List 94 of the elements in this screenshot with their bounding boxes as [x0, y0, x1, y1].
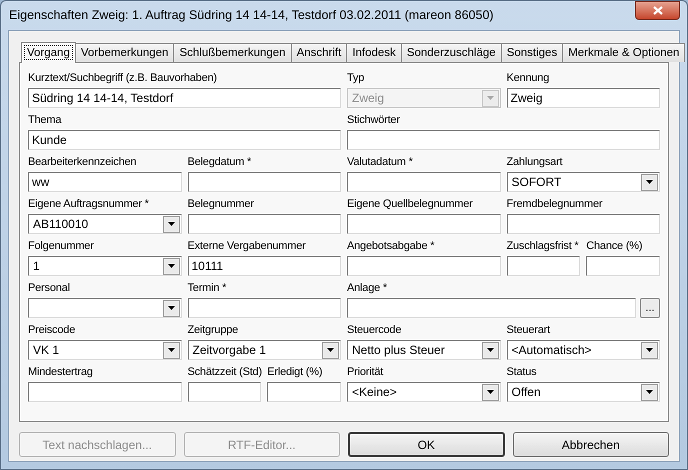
tab[interactable]: Sonderzuschläge [400, 43, 502, 62]
dropdown-field[interactable]: SOFORT [506, 172, 660, 192]
dropdown-field[interactable]: AB110010 [28, 214, 182, 234]
field-label: Valutadatum * [347, 155, 413, 170]
browse-button[interactable]: ... [640, 298, 660, 318]
input-field[interactable] [188, 382, 262, 402]
field-label: Eigene Quellbelegnummer [347, 197, 473, 212]
dropdown-field[interactable]: Offen [506, 382, 660, 402]
input-field[interactable] [347, 214, 500, 234]
dropdown-button[interactable] [322, 342, 339, 358]
input-field[interactable] [586, 256, 660, 276]
field-label: Zahlungsart [506, 155, 562, 170]
close-icon [652, 6, 662, 15]
tab[interactable]: Schlußbemerkungen [173, 43, 292, 62]
field-label: Status [506, 365, 536, 380]
input-field[interactable] [347, 256, 500, 276]
tab[interactable]: Anschrift [290, 43, 348, 62]
field-label: Kennung [506, 71, 550, 86]
caret-icon [327, 348, 334, 352]
dropdown-button[interactable] [162, 300, 180, 316]
input-field[interactable] [28, 382, 182, 402]
input-field[interactable] [188, 214, 341, 234]
input-field[interactable]: 10111 [188, 256, 341, 276]
input-field[interactable]: ww [28, 172, 182, 192]
field-label: Termin * [188, 281, 226, 296]
field-label: Steuerart [506, 323, 550, 338]
tab[interactable]: Vorgang [21, 42, 76, 63]
field-label: Personal [28, 281, 70, 296]
dropdown-field[interactable]: 1 [28, 256, 182, 276]
field-label: Bearbeiterkennzeichen [28, 155, 136, 170]
field-label: Zuschlagsfrist * [506, 239, 578, 254]
dropdown-button[interactable] [641, 174, 658, 190]
field-label: Angebotsabgabe * [347, 239, 434, 254]
caret-icon [646, 348, 653, 352]
caret-icon [168, 306, 174, 310]
dropdown-field[interactable]: <Automatisch> [506, 340, 660, 360]
dropdown-button[interactable] [482, 384, 498, 400]
field-label: Thema [28, 113, 62, 128]
input-field[interactable] [506, 214, 660, 234]
field-label: Steuercode [347, 323, 402, 338]
window-title: Eigenschaften Zweig: 1. Auftrag Südring 14 14-14, Testdorf 03.02.2011 (mareon 86050) [8, 7, 494, 24]
field-label: Fremdbelegnummer [506, 197, 602, 212]
dropdown-button[interactable] [482, 342, 498, 358]
tab[interactable]: Merkmale & Optionen [562, 43, 686, 62]
dropdown-field[interactable]: Netto plus Steuer [347, 340, 500, 360]
field-label: Preiscode [28, 323, 76, 338]
dialog-button[interactable]: Abbrechen [512, 432, 669, 457]
dropdown-button[interactable] [162, 258, 180, 274]
dropdown-field[interactable]: VK 1 [28, 340, 182, 360]
dropdown-button[interactable] [162, 216, 180, 232]
input-field[interactable] [188, 298, 341, 318]
field-label: Priorität [347, 365, 384, 380]
close-button[interactable] [635, 1, 680, 20]
field-label: Kurztext/Suchbegriff (z.B. Bauvorhaben) [28, 71, 217, 86]
field-label: Belegdatum * [188, 155, 252, 170]
input-field[interactable] [506, 256, 580, 276]
dropdown-field[interactable] [28, 298, 182, 318]
caret-icon [486, 348, 494, 352]
input-field[interactable]: Zweig [506, 88, 660, 108]
field-label: Schätzzeit (Std) [188, 365, 262, 380]
dropdown-button[interactable] [641, 384, 658, 400]
dialog-button[interactable]: OK [348, 432, 504, 457]
input-field[interactable] [267, 382, 341, 402]
field-label: Zeitgruppe [188, 323, 238, 338]
caret-icon [646, 390, 653, 394]
field-label: Erledigt (%) [267, 365, 322, 380]
field-label: Stichwörter [347, 113, 400, 128]
caret-icon [168, 222, 174, 226]
tab[interactable]: Infodesk [346, 43, 402, 62]
dropdown-field[interactable]: Zeitvorgabe 1 [188, 340, 341, 360]
input-field[interactable] [347, 172, 500, 192]
field-label: Chance (%) [586, 239, 642, 254]
field-label: Belegnummer [188, 197, 254, 212]
field-label: Typ [347, 71, 364, 86]
dropdown-button[interactable] [162, 342, 180, 358]
caret-icon [646, 180, 653, 184]
caret-icon [486, 96, 494, 100]
input-field[interactable] [188, 172, 341, 192]
field-label: Folgenummer [28, 239, 94, 254]
field-label: Eigene Auftragsnummer * [28, 197, 149, 212]
caret-icon [168, 348, 174, 352]
input-field[interactable]: Kunde [28, 130, 341, 150]
dropdown-field[interactable]: <Keine> [347, 382, 500, 402]
caret-icon [486, 390, 494, 394]
field-label: Mindestertrag [28, 365, 93, 380]
input-field[interactable] [347, 130, 660, 150]
input-field[interactable] [347, 298, 636, 318]
field-label: Anlage * [347, 281, 387, 296]
field-label: Externe Vergabenummer [188, 239, 306, 254]
tab[interactable]: Vorbemerkungen [74, 43, 174, 62]
caret-icon [168, 264, 174, 268]
dropdown-button[interactable] [641, 342, 658, 358]
input-field[interactable]: Südring 14 14-14, Testdorf [28, 88, 341, 108]
tab[interactable]: Sonstiges [500, 43, 564, 62]
